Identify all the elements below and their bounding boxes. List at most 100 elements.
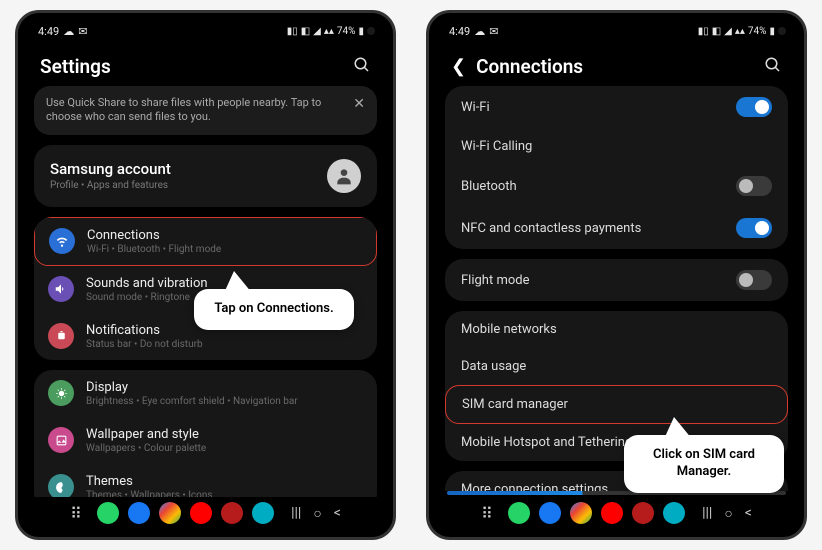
avatar[interactable] [327,159,361,193]
connections-header: ❮ Connections [435,43,798,86]
battery-text: 74% [337,26,356,37]
battery-text: 74% [748,26,767,37]
status-msg-icon: ✉ [489,25,498,38]
samsung-account-row[interactable]: Samsung account Profile • Apps and featu… [34,145,377,207]
status-bar: 4:49 ☁ ✉ ▮▯ ◧ ◢ ▴▴ 74% ▮ [24,19,387,43]
row-title: Wallpaper and style [86,427,206,442]
row-connections[interactable]: Connections Wi-Fi • Bluetooth • Flight m… [34,217,377,266]
home-button[interactable]: ○ [313,505,321,522]
page-title: Connections [476,55,583,78]
home-button[interactable]: ○ [724,505,732,522]
display-icon [48,380,74,406]
settings-group-2: Display Brightness • Eye comfort shield … [34,370,377,497]
nav-app-4[interactable] [190,502,212,524]
row-title: Sounds and vibration [86,276,208,291]
row-mobile-networks[interactable]: Mobile networks [445,311,788,348]
row-title: Connections [87,228,221,243]
row-wallpaper[interactable]: Wallpaper and style Wallpapers • Colour … [34,417,377,464]
row-label: Wi-Fi Calling [461,139,532,154]
phone-right: 4:49 ☁ ✉ ▮▯ ◧ ◢ ▴▴ 74% ▮ ❮ Connections [426,10,807,540]
status-bar: 4:49 ☁ ✉ ▮▯ ◧ ◢ ▴▴ 74% ▮ [435,19,798,43]
row-label: Bluetooth [461,179,517,194]
back-button[interactable]: < [745,505,752,522]
banner-text: Use Quick Share to share files with peop… [46,96,345,125]
camera-hole [778,27,786,35]
row-bluetooth[interactable]: Bluetooth [445,165,788,207]
callout-sim-manager: Click on SIM card Manager. [624,435,784,493]
back-button[interactable]: < [334,505,341,522]
nav-app-2[interactable] [128,502,150,524]
nav-app-6[interactable] [252,502,274,524]
callout-text: Click on SIM card Manager. [653,447,755,479]
nav-app-5[interactable] [221,502,243,524]
row-label: Wi-Fi [461,100,490,115]
conn-group-2: Flight mode [445,259,788,301]
app-drawer-icon[interactable]: ⠿ [481,504,499,523]
connections-content: Wi-Fi Wi-Fi Calling Bluetooth NFC and co… [435,86,798,491]
row-sub: Brightness • Eye comfort shield • Naviga… [86,396,298,407]
nav-app-2[interactable] [539,502,561,524]
settings-header: Settings [24,43,387,86]
sim-icon: ◧ [712,26,721,37]
search-icon[interactable] [764,56,782,78]
row-themes[interactable]: Themes Themes • Wallpapers • Icons [34,464,377,497]
row-title: Display [86,380,298,395]
nav-app-1[interactable] [97,502,119,524]
row-sub: Sound mode • Ringtone [86,292,208,303]
row-display[interactable]: Display Brightness • Eye comfort shield … [34,370,377,417]
nav-app-3[interactable] [159,502,181,524]
app-drawer-icon[interactable]: ⠿ [70,504,88,523]
row-nfc[interactable]: NFC and contactless payments [445,207,788,249]
row-label: Mobile Hotspot and Tethering [461,435,632,450]
row-sub: Themes • Wallpapers • Icons [86,490,213,497]
screen-right: 4:49 ☁ ✉ ▮▯ ◧ ◢ ▴▴ 74% ▮ ❮ Connections [435,19,798,531]
signal-icon: ▮▯ [287,26,298,37]
back-icon[interactable]: ❮ [451,56,466,77]
row-flight-mode[interactable]: Flight mode [445,259,788,301]
status-msg-icon: ✉ [78,25,87,38]
nfc-toggle[interactable] [736,218,772,238]
signal2-icon: ▴▴ [735,26,745,37]
samsung-account-sub: Profile • Apps and features [50,180,171,191]
screen-left: 4:49 ☁ ✉ ▮▯ ◧ ◢ ▴▴ 74% ▮ Settings Use Qu [24,19,387,531]
notif-icon [48,323,74,349]
wifi-icon: ◢ [724,26,732,37]
wifi-icon [49,228,75,254]
callout-connections: Tap on Connections. [194,289,354,330]
row-sub: Wi-Fi • Bluetooth • Flight mode [87,244,221,255]
row-wifi-calling[interactable]: Wi-Fi Calling [445,128,788,165]
battery-icon: ▮ [769,26,775,37]
quick-share-banner[interactable]: Use Quick Share to share files with peop… [34,86,377,135]
wifi-toggle[interactable] [736,97,772,117]
row-title: Themes [86,474,213,489]
flight-mode-toggle[interactable] [736,270,772,290]
nav-app-5[interactable] [632,502,654,524]
nav-app-6[interactable] [663,502,685,524]
search-icon[interactable] [353,56,371,78]
wallpaper-icon [48,427,74,453]
conn-group-1: Wi-Fi Wi-Fi Calling Bluetooth NFC and co… [445,86,788,249]
signal-icon: ▮▯ [698,26,709,37]
row-sim-card-manager[interactable]: SIM card manager [445,385,788,424]
close-icon[interactable]: ✕ [353,96,365,112]
recents-button[interactable]: ||| [291,505,301,522]
nav-app-4[interactable] [601,502,623,524]
nav-app-3[interactable] [570,502,592,524]
bluetooth-toggle[interactable] [736,176,772,196]
callout-text: Tap on Connections. [214,301,333,316]
row-data-usage[interactable]: Data usage [445,348,788,385]
phone-left: 4:49 ☁ ✉ ▮▯ ◧ ◢ ▴▴ 74% ▮ Settings Use Qu [15,10,396,540]
nav-bar: ⠿ ||| ○ < [435,497,798,531]
recents-button[interactable]: ||| [702,505,712,522]
battery-icon: ▮ [358,26,364,37]
row-sub: Wallpapers • Colour palette [86,443,206,454]
samsung-account-title: Samsung account [50,160,171,178]
row-sub: Status bar • Do not disturb [86,339,203,350]
row-label: Flight mode [461,273,530,288]
row-wifi[interactable]: Wi-Fi [445,86,788,128]
camera-hole [367,27,375,35]
sound-icon [48,276,74,302]
nav-app-1[interactable] [508,502,530,524]
row-label: Data usage [461,359,526,374]
status-time: 4:49 [38,25,59,38]
